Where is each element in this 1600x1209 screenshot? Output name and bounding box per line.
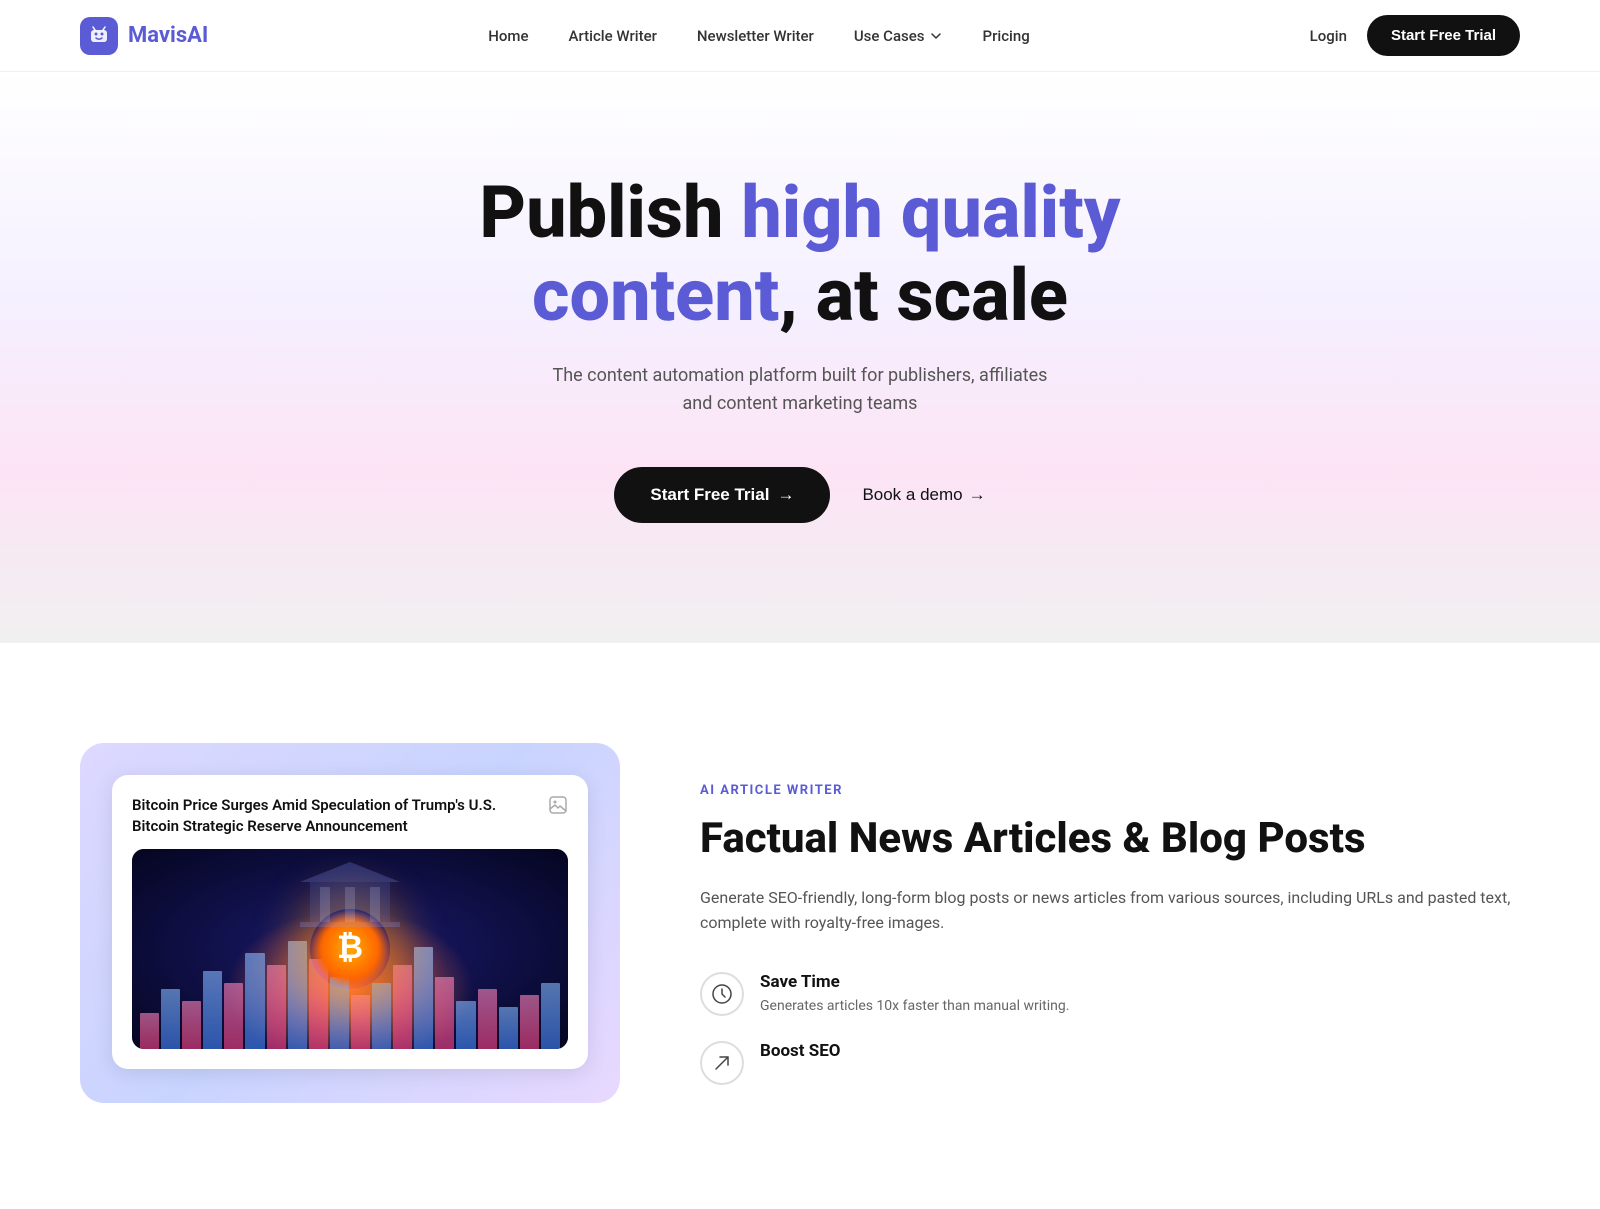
navbar: MavisAI Home Article Writer Newsletter W… — [0, 0, 1600, 72]
feature-label: AI ARTICLE WRITER — [700, 783, 1520, 798]
feature-point-desc-save-time: Generates articles 10x faster than manua… — [760, 996, 1069, 1017]
article-preview-card: Bitcoin Price Surges Amid Speculation of… — [112, 775, 588, 1069]
chevron-down-icon — [929, 29, 943, 43]
hero-headline: Publish high quality content, at scale — [350, 172, 1250, 338]
feature-point-content-boost-seo: Boost SEO — [760, 1041, 841, 1065]
feature-point-boost-seo: Boost SEO — [700, 1041, 1520, 1085]
logo[interactable]: MavisAI — [80, 17, 208, 55]
nav-newsletter-writer[interactable]: Newsletter Writer — [697, 27, 814, 45]
feature-point-save-time: Save Time Generates articles 10x faster … — [700, 972, 1520, 1017]
hero-demo-button[interactable]: Book a demo → — [862, 485, 985, 505]
nav-home[interactable]: Home — [488, 27, 528, 45]
nav-right: Login Start Free Trial — [1310, 15, 1520, 56]
login-link[interactable]: Login — [1310, 27, 1347, 45]
feature-description: Generate SEO-friendly, long-form blog po… — [700, 885, 1520, 936]
feature-card-visual: Bitcoin Price Surges Amid Speculation of… — [80, 743, 620, 1103]
arrow-icon: → — [777, 485, 794, 505]
building-icon — [290, 857, 410, 937]
image-placeholder-icon — [548, 795, 568, 820]
article-preview-header: Bitcoin Price Surges Amid Speculation of… — [132, 795, 568, 837]
feature-point-content-save-time: Save Time Generates articles 10x faster … — [760, 972, 1069, 1017]
nav-links: Home Article Writer Newsletter Writer Us… — [488, 26, 1029, 45]
bitcoin-symbol: ₿ — [337, 928, 363, 966]
feature-point-title-save-time: Save Time — [760, 972, 1069, 992]
article-image: ₿ — [132, 849, 568, 1049]
clock-icon — [700, 972, 744, 1016]
logo-icon — [80, 17, 118, 55]
nav-cta-button[interactable]: Start Free Trial — [1367, 15, 1520, 56]
nav-article-writer[interactable]: Article Writer — [569, 27, 657, 45]
hero-subheadline: The content automation platform built fo… — [550, 362, 1050, 420]
logo-wordmark: MavisAI — [128, 23, 208, 48]
features-section: Bitcoin Price Surges Amid Speculation of… — [0, 643, 1600, 1209]
hero-section: Publish high quality content, at scale T… — [0, 72, 1600, 643]
feature-point-title-boost-seo: Boost SEO — [760, 1041, 841, 1061]
arrow-icon: → — [969, 485, 986, 505]
article-preview-title: Bitcoin Price Surges Amid Speculation of… — [132, 795, 503, 837]
hero-buttons: Start Free Trial → Book a demo → — [80, 467, 1520, 523]
nav-use-cases[interactable]: Use Cases — [854, 27, 943, 45]
hero-cta-button[interactable]: Start Free Trial → — [614, 467, 830, 523]
arrow-up-icon — [700, 1041, 744, 1085]
feature-info: AI ARTICLE WRITER Factual News Articles … — [700, 743, 1520, 1109]
nav-pricing[interactable]: Pricing — [983, 27, 1030, 45]
feature-title: Factual News Articles & Blog Posts — [700, 814, 1520, 864]
